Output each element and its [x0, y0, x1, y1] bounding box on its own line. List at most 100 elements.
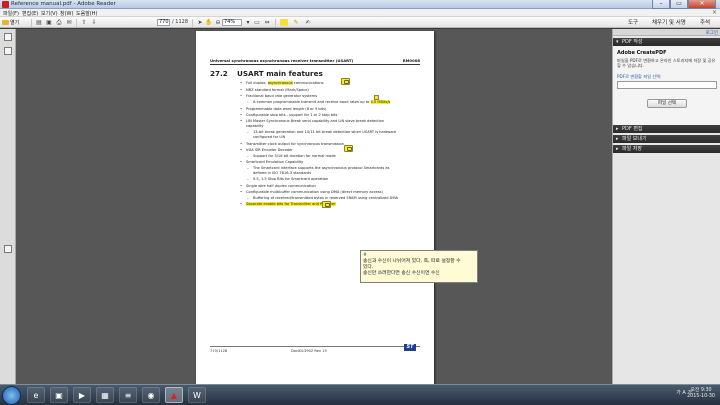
tools-panel: 로그인 PDF 작성 Adobe CreatePDF 파일을 PDF로 변환하고… [612, 29, 720, 384]
pdf-create-section[interactable]: PDF 작성 [613, 38, 720, 46]
clock[interactable]: 오전 9:30 2015-10-30 [687, 388, 715, 400]
taskbar: e ▣ ▶ ▦ ≡ ◉ ▲ W 가 A 가 오전 9:30 2015-10-30 [0, 384, 720, 405]
open-button[interactable]: 열기 [2, 19, 28, 26]
toolbar-divider [31, 19, 32, 27]
feature-item: IrDA SIR Encoder Decoder [240, 148, 293, 152]
page-number-input[interactable]: 770 [157, 19, 170, 26]
pdf-edit-section[interactable]: PDF 편집 [613, 125, 720, 133]
open-label: 열기 [10, 20, 20, 26]
adobe-reader-taskbar-icon[interactable]: ▲ [165, 387, 183, 403]
select-file-button[interactable]: 파일 선택 [647, 99, 687, 108]
feature-item: Configurable multibuffer communication u… [240, 190, 383, 194]
comment-line: 송신만 쓰려한다면 송신 수신이면 수신 [363, 271, 440, 276]
feature-subitem: 13-bit break generation and 10/11 bit br… [247, 130, 396, 134]
feature-subitem: Support for 3/16 bit duration for normal… [247, 154, 336, 158]
document-area[interactable]: Universal synchronous asynchronous recei… [16, 29, 612, 385]
footer-docid: DocID13902 Rev 15 [291, 349, 327, 353]
menu-view[interactable]: 보기(V) [41, 10, 58, 17]
feature-item: Configurable stop bits - support for 1 o… [240, 113, 337, 117]
highlighted-text[interactable]: asynchronous [267, 81, 293, 85]
clock-date: 2015-10-30 [687, 394, 715, 399]
chrome-icon[interactable]: ◉ [142, 387, 160, 403]
navigation-pane [0, 29, 16, 384]
menu-help[interactable]: 도움말(H) [76, 10, 97, 17]
layers-icon[interactable] [4, 245, 12, 253]
feature-subitem: Buffering of received/transmitted bytes … [247, 196, 398, 200]
media-player-icon[interactable]: ▶ [73, 387, 91, 403]
pdf-create-body: Adobe CreatePDF 파일을 PDF로 변환하고 온라인 스토리지에 … [613, 46, 720, 128]
sticky-note-marker[interactable] [374, 95, 379, 100]
store-files-section[interactable]: 파일 저장 [613, 145, 720, 153]
save-icon[interactable]: ▣ [45, 19, 53, 26]
comment-note-icon[interactable] [344, 145, 353, 152]
menu-bar: 파일(F) 편집(E) 보기(V) 창(W) 도움말(H) × [0, 9, 720, 17]
comment-note-icon[interactable] [341, 78, 350, 85]
sticky-note-icon[interactable] [280, 19, 288, 26]
service-description: 파일을 PDF로 변환하고 온라인 스토리지에 저장 및 공유할 수 있습니다. [617, 58, 716, 68]
maximize-button[interactable]: ▭ [670, 0, 688, 9]
send-files-section[interactable]: 파일 보내기 [613, 135, 720, 143]
highlighted-text[interactable]: 4.5 MBits/s [370, 100, 391, 104]
create-pdf-icon[interactable]: ▤ [35, 19, 43, 26]
minimize-button[interactable]: – [652, 0, 670, 9]
folder-icon [2, 20, 9, 25]
comment-note-icon[interactable] [322, 201, 331, 208]
service-title: Adobe CreatePDF [617, 50, 667, 56]
page-header: Universal synchronous asynchronous recei… [210, 58, 420, 63]
close-document-icon[interactable]: × [712, 9, 717, 16]
zoom-input[interactable]: 74% [222, 19, 242, 26]
feature-item: NRZ standard format (Mark/Space) [240, 88, 309, 92]
hand-tool-icon[interactable]: ✋ [205, 19, 213, 26]
fill-sign-button[interactable]: 채우기 및 서명 [652, 18, 686, 26]
feature-item: LIN Master Synchronous Break send capabi… [240, 119, 384, 123]
tools-button[interactable]: 도구 [628, 18, 638, 26]
file-select-field[interactable] [617, 81, 717, 89]
start-button[interactable] [2, 386, 21, 405]
toolbar-divider [275, 19, 276, 27]
header-rule [210, 64, 420, 65]
zoom-out-icon[interactable]: ⊖ [214, 19, 222, 26]
footer-page: 770/1128 [210, 349, 228, 353]
toolbar-divider [192, 19, 193, 27]
adobe-reader-icon [2, 1, 9, 8]
word-icon[interactable]: W [188, 387, 206, 403]
print-icon[interactable]: ⎙ [55, 19, 63, 26]
feature-item: Full duplex, asynchronous communications [240, 81, 323, 85]
page-thumbnails-icon[interactable] [4, 33, 12, 41]
file-explorer-icon[interactable]: ▣ [50, 387, 68, 403]
feature-item-continued: capability [246, 124, 264, 128]
toolbar: 열기 ▤ ▣ ⎙ ✉ ⇧ ⇩ 770 / 1128 ➤ ✋ ⊖ 74% ▾ ▭ … [0, 17, 720, 28]
email-icon[interactable]: ✉ [65, 19, 73, 26]
internet-explorer-icon[interactable]: e [27, 387, 45, 403]
login-link[interactable]: 로그인 [706, 30, 718, 36]
title-bar: Reference manual.pdf - Adobe Reader – ▭ … [0, 0, 720, 9]
menu-edit[interactable]: 편집(E) [22, 10, 38, 17]
fit-width-icon[interactable]: ⇔ [263, 19, 271, 26]
panel-top-bar: 로그인 [613, 29, 720, 36]
select-tool-icon[interactable]: ➤ [196, 19, 204, 26]
attachments-icon[interactable] [4, 47, 12, 55]
fit-page-icon[interactable]: ▭ [253, 19, 261, 26]
next-page-icon[interactable]: ⇩ [90, 19, 98, 26]
feature-item: Programmable data word length (8 or 9 bi… [240, 107, 326, 111]
feature-text: Full duplex, [246, 81, 268, 85]
close-button[interactable]: ✕ [688, 0, 716, 9]
section-title: USART main features [237, 69, 323, 78]
sign-icon[interactable]: ✍ [304, 19, 312, 26]
calculator-icon[interactable]: ▦ [96, 387, 114, 403]
feature-subitem: The Smartcard interface supports the asy… [247, 166, 390, 170]
menu-window[interactable]: 창(W) [60, 10, 73, 17]
menu-file[interactable]: 파일(F) [3, 10, 19, 17]
comment-popup[interactable]: # 송신과 수신이 나뉘어져 있다. 즉, 따로 설정할 수 있다. 송신만 쓰… [360, 250, 478, 283]
notepad-icon[interactable]: ≡ [119, 387, 137, 403]
feature-item: Fractional baud rate generator systems [240, 94, 317, 98]
previous-page-icon[interactable]: ⇧ [80, 19, 88, 26]
highlight-text-icon[interactable]: ✎ [292, 19, 300, 26]
zoom-dropdown-icon[interactable]: ▾ [244, 19, 252, 26]
comment-button[interactable]: 주석 [700, 18, 710, 26]
st-logo: ST [404, 344, 416, 351]
window-title: Reference manual.pdf - Adobe Reader [11, 1, 116, 7]
feature-item: Transmitter clock output for synchronous… [240, 142, 344, 146]
comment-line: 송신과 수신이 나뉘어져 있다. 즉, 따로 설정할 수 [363, 259, 461, 264]
header-right: RM0008 [402, 58, 420, 63]
